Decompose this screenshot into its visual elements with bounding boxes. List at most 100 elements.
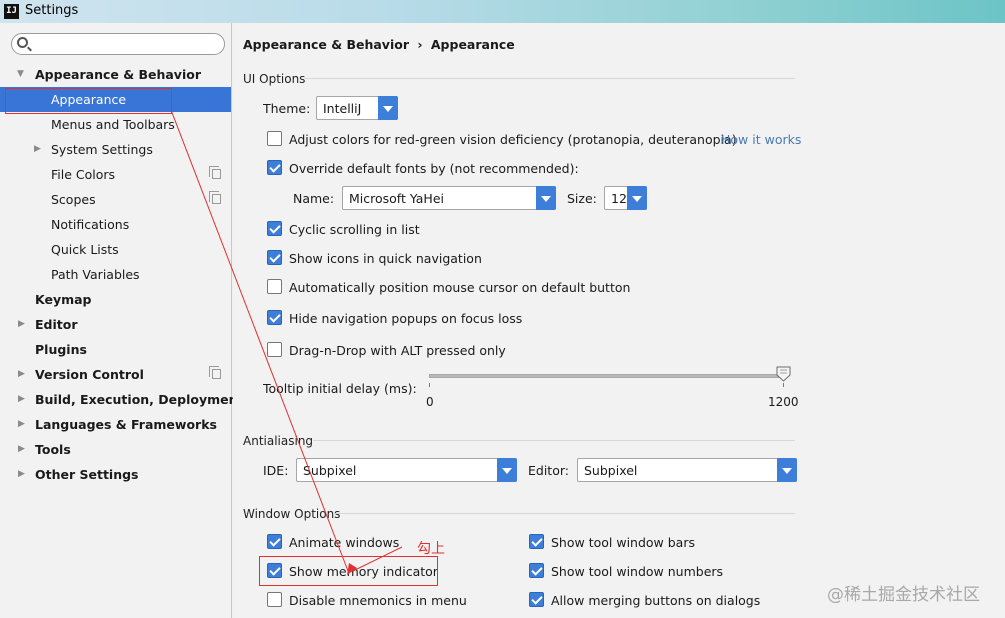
tooltip-delay-label: Tooltip initial delay (ms): [263, 381, 417, 396]
sidebar-item[interactable]: ▶ Languages & Frameworks [0, 412, 231, 437]
sidebar-item[interactable]: Menus and Toolbars [0, 112, 231, 137]
sidebar-item[interactable]: Quick Lists [0, 237, 231, 262]
chevron-down-icon[interactable] [536, 186, 556, 210]
sidebar-item[interactable]: ▶ Other Settings [0, 462, 231, 487]
how-it-works-link[interactable]: How it works [721, 132, 801, 147]
allow-merging-label[interactable]: Allow merging buttons on dialogs [551, 593, 760, 608]
cyclic-scrolling-label[interactable]: Cyclic scrolling in list [289, 222, 420, 237]
tooltip-delay-slider-track[interactable] [429, 374, 783, 378]
sidebar-item[interactable]: ▶ System Settings [0, 137, 231, 162]
breadcrumb: Appearance & Behavior › Appearance [243, 37, 515, 52]
search-box[interactable] [11, 33, 225, 55]
slider-tick [429, 383, 430, 387]
sidebar-item-label: File Colors [51, 167, 116, 182]
chevron-down-icon[interactable] [627, 186, 647, 210]
hide-nav-popups-label[interactable]: Hide navigation popups on focus loss [289, 311, 522, 326]
show-tool-numbers-label[interactable]: Show tool window numbers [551, 564, 723, 579]
show-tool-bars-checkbox[interactable] [529, 534, 544, 549]
font-name-value: Microsoft YaHei [349, 191, 444, 206]
chevron-right-icon[interactable]: ▶ [18, 362, 25, 387]
chevron-right-icon[interactable]: ▶ [34, 137, 41, 162]
adjust-colors-checkbox[interactable] [267, 131, 282, 146]
breadcrumb-parent[interactable]: Appearance & Behavior [243, 37, 409, 52]
slider-thumb-icon[interactable] [776, 366, 791, 382]
chevron-down-icon[interactable]: ▼ [17, 62, 24, 87]
show-tool-bars-label[interactable]: Show tool window bars [551, 535, 695, 550]
chevron-down-icon[interactable] [497, 458, 517, 482]
sidebar-item-label: Scopes [51, 192, 96, 207]
sidebar-item-label: Other Settings [35, 467, 139, 482]
chevron-right-icon[interactable]: ▶ [18, 387, 25, 412]
theme-combobox[interactable]: IntelliJ [316, 96, 398, 120]
sidebar-item[interactable]: ▶ Version Control [0, 362, 231, 387]
window-options-section-title: Window Options [243, 507, 341, 521]
editor-antialiasing-combobox[interactable]: Subpixel [577, 458, 797, 482]
sidebar-item-label: Tools [35, 442, 71, 457]
breadcrumb-separator: › [417, 37, 423, 52]
ide-antialiasing-value: Subpixel [303, 463, 357, 478]
drag-n-drop-checkbox[interactable] [267, 342, 282, 357]
ide-label: IDE: [263, 463, 289, 478]
sidebar-item-label: Quick Lists [51, 242, 119, 257]
sidebar-item[interactable]: ▶ Build, Execution, Deployment [0, 387, 243, 412]
sidebar-item[interactable]: ▶ Editor [0, 312, 231, 337]
hide-nav-popups-checkbox[interactable] [267, 310, 282, 325]
editor-antialiasing-value: Subpixel [584, 463, 638, 478]
font-size-label: Size: [567, 191, 597, 206]
chevron-right-icon[interactable]: ▶ [18, 437, 25, 462]
sidebar-item[interactable]: Path Variables [0, 262, 231, 287]
ide-antialiasing-combobox[interactable]: Subpixel [296, 458, 517, 482]
sidebar-item-label: Languages & Frameworks [35, 417, 217, 432]
sidebar-item-label: Version Control [35, 367, 144, 382]
chevron-down-icon[interactable] [378, 96, 398, 120]
font-size-value: 12 [611, 191, 627, 206]
animate-windows-checkbox[interactable] [267, 534, 282, 549]
tooltip-min-label: 0 [426, 395, 434, 409]
sidebar-item[interactable]: Scopes [0, 187, 231, 212]
chevron-down-icon[interactable] [777, 458, 797, 482]
animate-windows-label[interactable]: Animate windows [289, 535, 399, 550]
show-tool-numbers-checkbox[interactable] [529, 563, 544, 578]
antialiasing-separator [313, 440, 795, 441]
font-name-combobox[interactable]: Microsoft YaHei [342, 186, 556, 210]
chevron-right-icon[interactable]: ▶ [18, 312, 25, 337]
tooltip-delay-slider-fill [430, 375, 782, 377]
font-size-combobox[interactable]: 12 [604, 186, 647, 210]
auto-position-checkbox[interactable] [267, 279, 282, 294]
override-fonts-label[interactable]: Override default fonts by (not recommend… [289, 161, 579, 176]
drag-n-drop-label[interactable]: Drag-n-Drop with ALT pressed only [289, 343, 506, 358]
show-icons-checkbox[interactable] [267, 250, 282, 265]
allow-merging-checkbox[interactable] [529, 592, 544, 607]
ui-options-section-title: UI Options [243, 72, 306, 86]
sidebar-item[interactable]: Notifications [0, 212, 231, 237]
override-fonts-checkbox[interactable] [267, 160, 282, 175]
sidebar-item-label: Plugins [35, 342, 87, 357]
sidebar-item[interactable]: Plugins [0, 337, 231, 362]
adjust-colors-label[interactable]: Adjust colors for red-green vision defic… [289, 132, 737, 147]
search-input[interactable] [34, 36, 220, 52]
sidebar-item-label: Notifications [51, 217, 130, 232]
intellij-app-icon: IJ [4, 4, 19, 19]
chevron-right-icon[interactable]: ▶ [18, 412, 25, 437]
slider-tick [783, 383, 784, 387]
sidebar-item[interactable]: File Colors [0, 162, 231, 187]
cyclic-scrolling-checkbox[interactable] [267, 221, 282, 236]
window-options-separator [333, 513, 795, 514]
sidebar-item-label: Path Variables [51, 267, 140, 282]
sidebar-item-label: Editor [35, 317, 78, 332]
auto-position-label[interactable]: Automatically position mouse cursor on d… [289, 280, 630, 295]
sidebar-item[interactable]: ▼ Appearance & Behavior [0, 62, 231, 87]
show-icons-label[interactable]: Show icons in quick navigation [289, 251, 482, 266]
ui-options-separator [305, 78, 795, 79]
disable-mnemonics-checkbox[interactable] [267, 592, 282, 607]
window-title-bar[interactable]: IJ Settings [0, 0, 1005, 23]
annotation-note: 勾上 [417, 541, 445, 557]
disable-mnemonics-label[interactable]: Disable mnemonics in menu [289, 593, 467, 608]
chevron-right-icon[interactable]: ▶ [18, 462, 25, 487]
theme-value: IntelliJ [323, 101, 362, 116]
sidebar-item[interactable]: Keymap [0, 287, 231, 312]
sidebar-item[interactable]: ▶ Tools [0, 437, 231, 462]
settings-main-panel: Appearance & Behavior › Appearance UI Op… [233, 23, 1005, 618]
editor-label: Editor: [528, 463, 569, 478]
antialiasing-section-title: Antialiasing [243, 434, 314, 448]
